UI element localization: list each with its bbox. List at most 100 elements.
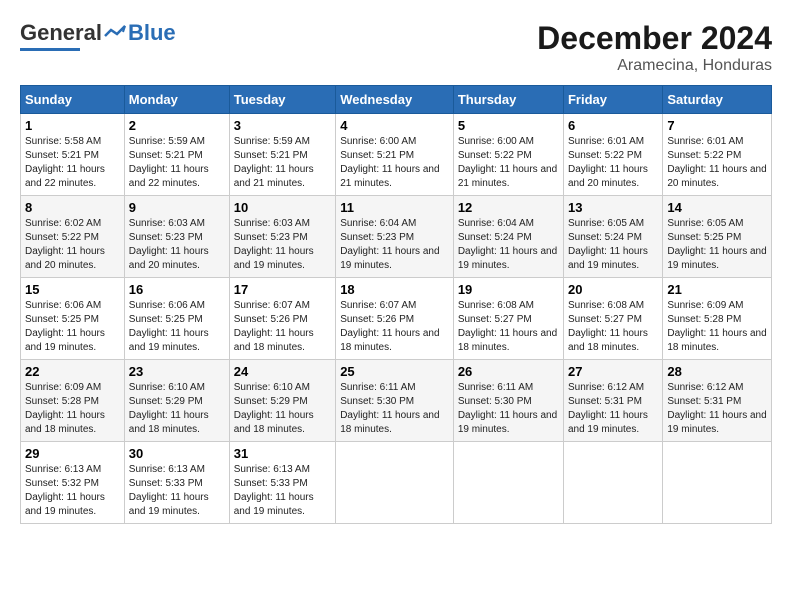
day-cell: 7 Sunrise: 6:01 AMSunset: 5:22 PMDaylight… [663, 114, 772, 196]
day-info: Sunrise: 6:06 AMSunset: 5:25 PMDaylight:… [25, 299, 120, 355]
day-number: 17 [234, 282, 331, 297]
day-cell: 22 Sunrise: 6:09 AMSunset: 5:28 PMDayligh… [21, 360, 125, 442]
day-cell: 14 Sunrise: 6:05 AMSunset: 5:25 PMDayligh… [663, 196, 772, 278]
header-wednesday: Wednesday [336, 86, 454, 114]
day-number: 27 [568, 364, 658, 379]
header-friday: Friday [563, 86, 662, 114]
day-info: Sunrise: 6:03 AMSunset: 5:23 PMDaylight:… [129, 217, 225, 273]
day-number: 10 [234, 200, 331, 215]
day-number: 23 [129, 364, 225, 379]
day-number: 2 [129, 118, 225, 133]
day-cell [663, 442, 772, 524]
day-cell: 10Sunrise: 6:03 AMSunset: 5:23 PMDayligh… [229, 196, 335, 278]
day-cell: 30 Sunrise: 6:13 AMSunset: 5:33 PMDayligh… [124, 442, 229, 524]
bird-icon [103, 24, 127, 44]
day-cell: 17Sunrise: 6:07 AMSunset: 5:26 PMDayligh… [229, 278, 335, 360]
header-thursday: Thursday [453, 86, 563, 114]
day-cell: 2 Sunrise: 5:59 AMSunset: 5:21 PMDaylight… [124, 114, 229, 196]
day-cell: 12Sunrise: 6:04 AMSunset: 5:24 PMDayligh… [453, 196, 563, 278]
day-number: 15 [25, 282, 120, 297]
page-subtitle: Aramecina, Honduras [537, 57, 772, 75]
calendar-body: 1 Sunrise: 5:58 AMSunset: 5:21 PMDaylight… [21, 114, 772, 524]
day-number: 6 [568, 118, 658, 133]
day-cell [336, 442, 454, 524]
day-number: 21 [667, 282, 767, 297]
header-saturday: Saturday [663, 86, 772, 114]
day-info: Sunrise: 6:06 AMSunset: 5:25 PMDaylight:… [129, 299, 225, 355]
calendar-header: SundayMondayTuesdayWednesdayThursdayFrid… [21, 86, 772, 114]
day-info: Sunrise: 6:08 AMSunset: 5:27 PMDaylight:… [568, 299, 658, 355]
day-cell: 20 Sunrise: 6:08 AMSunset: 5:27 PMDayligh… [563, 278, 662, 360]
day-number: 11 [340, 200, 449, 215]
logo-text: GeneralBlue [20, 20, 176, 46]
day-info: Sunrise: 6:11 AMSunset: 5:30 PMDaylight:… [458, 381, 559, 437]
day-info: Sunrise: 6:09 AMSunset: 5:28 PMDaylight:… [25, 381, 120, 437]
week-row-3: 15 Sunrise: 6:06 AMSunset: 5:25 PMDayligh… [21, 278, 772, 360]
day-number: 9 [129, 200, 225, 215]
day-info: Sunrise: 5:59 AMSunset: 5:21 PMDaylight:… [129, 135, 225, 191]
day-number: 16 [129, 282, 225, 297]
day-cell: 26 Sunrise: 6:11 AMSunset: 5:30 PMDayligh… [453, 360, 563, 442]
day-cell: 15 Sunrise: 6:06 AMSunset: 5:25 PMDayligh… [21, 278, 125, 360]
day-number: 26 [458, 364, 559, 379]
day-info: Sunrise: 6:05 AMSunset: 5:24 PMDaylight:… [568, 217, 658, 273]
day-number: 22 [25, 364, 120, 379]
day-info: Sunrise: 6:01 AMSunset: 5:22 PMDaylight:… [667, 135, 767, 191]
day-number: 5 [458, 118, 559, 133]
day-info: Sunrise: 6:04 AMSunset: 5:23 PMDaylight:… [340, 217, 449, 273]
page-title: December 2024 [537, 20, 772, 57]
day-cell: 19Sunrise: 6:08 AMSunset: 5:27 PMDayligh… [453, 278, 563, 360]
day-cell: 24Sunrise: 6:10 AMSunset: 5:29 PMDayligh… [229, 360, 335, 442]
week-row-4: 22 Sunrise: 6:09 AMSunset: 5:28 PMDayligh… [21, 360, 772, 442]
day-number: 4 [340, 118, 449, 133]
day-cell [563, 442, 662, 524]
day-info: Sunrise: 6:09 AMSunset: 5:28 PMDaylight:… [667, 299, 767, 355]
day-number: 1 [25, 118, 120, 133]
day-info: Sunrise: 6:08 AMSunset: 5:27 PMDaylight:… [458, 299, 559, 355]
day-cell: 23 Sunrise: 6:10 AMSunset: 5:29 PMDayligh… [124, 360, 229, 442]
day-cell: 4 Sunrise: 6:00 AMSunset: 5:21 PMDaylight… [336, 114, 454, 196]
day-number: 20 [568, 282, 658, 297]
day-info: Sunrise: 6:13 AMSunset: 5:32 PMDaylight:… [25, 463, 120, 519]
calendar-table: SundayMondayTuesdayWednesdayThursdayFrid… [20, 85, 772, 524]
day-number: 12 [458, 200, 559, 215]
day-cell: 3Sunrise: 5:59 AMSunset: 5:21 PMDaylight… [229, 114, 335, 196]
day-info: Sunrise: 6:10 AMSunset: 5:29 PMDaylight:… [234, 381, 331, 437]
logo-underline [20, 48, 80, 51]
day-info: Sunrise: 6:10 AMSunset: 5:29 PMDaylight:… [129, 381, 225, 437]
day-number: 14 [667, 200, 767, 215]
day-cell: 18Sunrise: 6:07 AMSunset: 5:26 PMDayligh… [336, 278, 454, 360]
day-info: Sunrise: 6:01 AMSunset: 5:22 PMDaylight:… [568, 135, 658, 191]
day-number: 28 [667, 364, 767, 379]
day-info: Sunrise: 6:13 AMSunset: 5:33 PMDaylight:… [129, 463, 225, 519]
day-info: Sunrise: 6:11 AMSunset: 5:30 PMDaylight:… [340, 381, 449, 437]
day-info: Sunrise: 6:00 AMSunset: 5:21 PMDaylight:… [340, 135, 449, 191]
day-info: Sunrise: 6:00 AMSunset: 5:22 PMDaylight:… [458, 135, 559, 191]
week-row-5: 29Sunrise: 6:13 AMSunset: 5:32 PMDayligh… [21, 442, 772, 524]
day-info: Sunrise: 5:59 AMSunset: 5:21 PMDaylight:… [234, 135, 331, 191]
day-number: 25 [340, 364, 449, 379]
day-info: Sunrise: 6:07 AMSunset: 5:26 PMDaylight:… [340, 299, 449, 355]
week-row-1: 1 Sunrise: 5:58 AMSunset: 5:21 PMDaylight… [21, 114, 772, 196]
day-info: Sunrise: 5:58 AMSunset: 5:21 PMDaylight:… [25, 135, 120, 191]
title-block: December 2024 Aramecina, Honduras [537, 20, 772, 75]
header-monday: Monday [124, 86, 229, 114]
day-cell [453, 442, 563, 524]
day-cell: 8Sunrise: 6:02 AMSunset: 5:22 PMDaylight… [21, 196, 125, 278]
day-info: Sunrise: 6:05 AMSunset: 5:25 PMDaylight:… [667, 217, 767, 273]
day-cell: 11 Sunrise: 6:04 AMSunset: 5:23 PMDayligh… [336, 196, 454, 278]
day-cell: 27Sunrise: 6:12 AMSunset: 5:31 PMDayligh… [563, 360, 662, 442]
day-cell: 28 Sunrise: 6:12 AMSunset: 5:31 PMDayligh… [663, 360, 772, 442]
day-cell: 5 Sunrise: 6:00 AMSunset: 5:22 PMDaylight… [453, 114, 563, 196]
day-cell: 16 Sunrise: 6:06 AMSunset: 5:25 PMDayligh… [124, 278, 229, 360]
day-number: 30 [129, 446, 225, 461]
day-info: Sunrise: 6:13 AMSunset: 5:33 PMDaylight:… [234, 463, 331, 519]
day-number: 7 [667, 118, 767, 133]
week-row-2: 8Sunrise: 6:02 AMSunset: 5:22 PMDaylight… [21, 196, 772, 278]
header-tuesday: Tuesday [229, 86, 335, 114]
day-info: Sunrise: 6:12 AMSunset: 5:31 PMDaylight:… [667, 381, 767, 437]
logo: GeneralBlue [20, 20, 176, 51]
day-number: 8 [25, 200, 120, 215]
header-sunday: Sunday [21, 86, 125, 114]
day-cell: 1 Sunrise: 5:58 AMSunset: 5:21 PMDaylight… [21, 114, 125, 196]
